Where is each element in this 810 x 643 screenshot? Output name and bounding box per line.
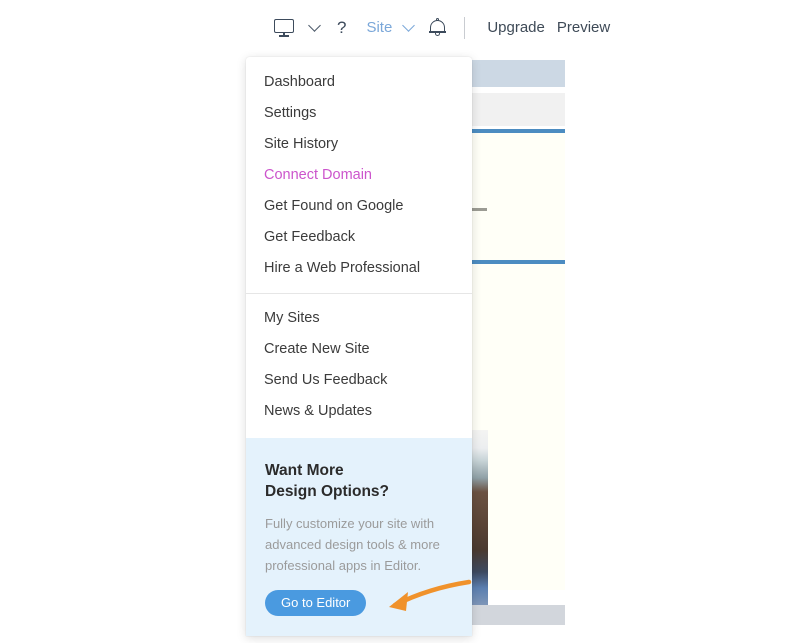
promo-title-line-2: Design Options? bbox=[265, 483, 389, 500]
help-button[interactable]: ? bbox=[327, 12, 356, 44]
menu-item-connect-domain[interactable]: Connect Domain bbox=[246, 160, 472, 191]
site-dropdown-menu: Dashboard Settings Site History Connect … bbox=[246, 57, 472, 636]
toolbar-divider bbox=[464, 16, 466, 39]
promo-description: Fully customize your site with advanced … bbox=[265, 516, 440, 573]
menu-item-get-feedback[interactable]: Get Feedback bbox=[246, 222, 472, 253]
monitor-icon bbox=[274, 18, 296, 37]
promo-panel: Want More Design Options? Fully customiz… bbox=[246, 438, 472, 636]
preview-dash-mark bbox=[470, 208, 487, 211]
promo-cta-row: Go to Editor bbox=[265, 579, 472, 616]
chevron-down-icon bbox=[402, 19, 416, 32]
chevron-down-icon bbox=[308, 19, 321, 32]
menu-item-settings[interactable]: Settings bbox=[246, 98, 472, 129]
menu-item-my-sites[interactable]: My Sites bbox=[246, 303, 472, 334]
menu-item-create-new-site[interactable]: Create New Site bbox=[246, 334, 472, 365]
device-view-button[interactable] bbox=[268, 12, 302, 44]
menu-group-account: My Sites Create New Site Send Us Feedbac… bbox=[246, 294, 472, 438]
top-toolbar: ? Site Upgrade Preview bbox=[0, 0, 810, 55]
menu-item-dashboard[interactable]: Dashboard bbox=[246, 67, 472, 98]
site-menu-dropdown[interactable] bbox=[398, 12, 423, 44]
curved-arrow-left-icon bbox=[389, 579, 472, 611]
promo-title-line-1: Want More bbox=[265, 462, 344, 479]
bell-icon bbox=[429, 18, 447, 37]
question-mark-icon: ? bbox=[337, 17, 347, 37]
upgrade-button[interactable]: Upgrade bbox=[481, 19, 551, 36]
menu-item-news-and-updates[interactable]: News & Updates bbox=[246, 396, 472, 427]
menu-item-site-history[interactable]: Site History bbox=[246, 129, 472, 160]
site-menu-label: Site bbox=[366, 19, 393, 36]
device-view-dropdown[interactable] bbox=[302, 12, 327, 44]
menu-item-get-found-on-google[interactable]: Get Found on Google bbox=[246, 191, 472, 222]
notifications-button[interactable] bbox=[423, 12, 452, 44]
go-to-editor-button[interactable]: Go to Editor bbox=[265, 590, 367, 616]
preview-button[interactable]: Preview bbox=[551, 19, 616, 36]
menu-item-send-us-feedback[interactable]: Send Us Feedback bbox=[246, 365, 472, 396]
menu-item-hire-a-web-professional[interactable]: Hire a Web Professional bbox=[246, 253, 472, 284]
menu-group-site: Dashboard Settings Site History Connect … bbox=[246, 57, 472, 293]
site-menu-button[interactable]: Site bbox=[356, 12, 398, 44]
